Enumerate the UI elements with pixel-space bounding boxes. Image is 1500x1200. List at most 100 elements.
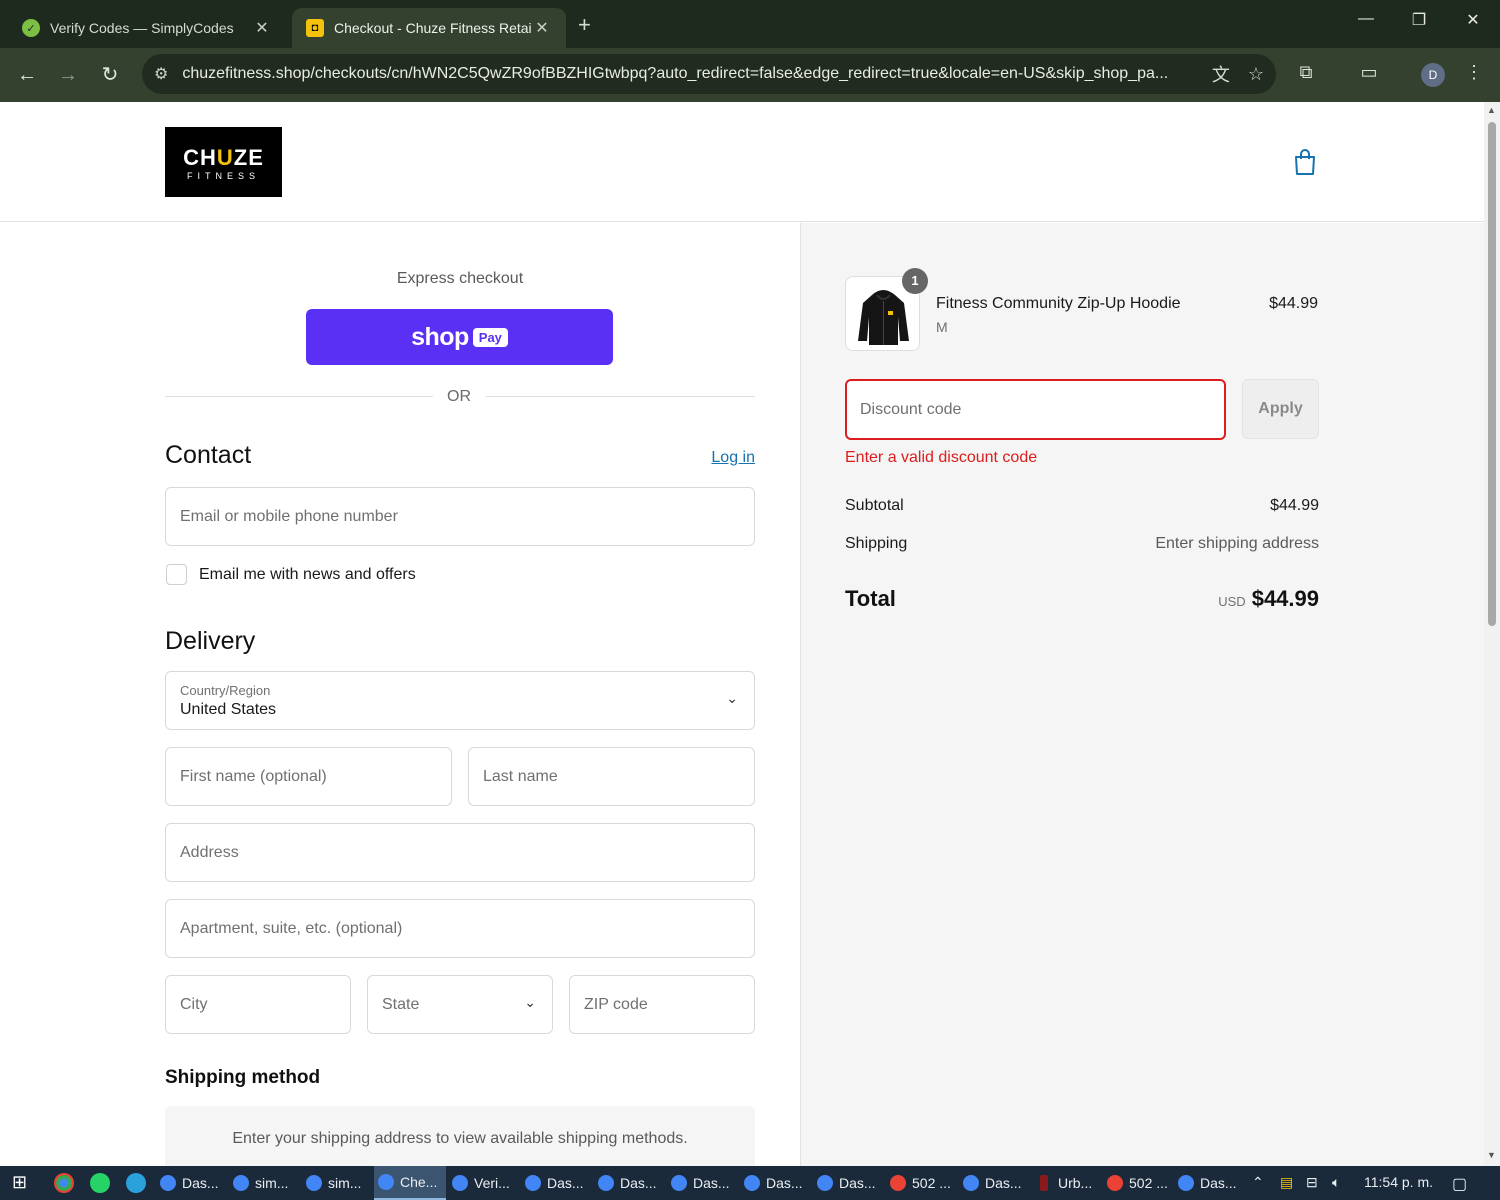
site-info-icon[interactable]: ⚙: [154, 64, 168, 84]
network-icon[interactable]: ⊟: [1306, 1174, 1318, 1191]
restore-button[interactable]: ❐: [1404, 10, 1434, 30]
shipping-method-info: Enter your shipping address to view avai…: [165, 1106, 755, 1166]
state-select[interactable]: State ⌄: [367, 975, 553, 1034]
clock[interactable]: 11:54 p. m.: [1364, 1174, 1433, 1190]
country-label: Country/Region: [180, 682, 271, 698]
shop-pay-button[interactable]: shop Pay: [306, 309, 613, 365]
reading-list-icon[interactable]: ▭: [1355, 62, 1383, 83]
city-field[interactable]: City: [165, 975, 351, 1034]
chrome-icon: [160, 1175, 176, 1191]
taskbar-item[interactable]: sim...: [233, 1166, 303, 1200]
whatsapp-icon[interactable]: [90, 1173, 110, 1193]
chrome-icon: [890, 1175, 906, 1191]
volume-icon[interactable]: 🔈︎: [1332, 1174, 1340, 1191]
last-name-field[interactable]: Last name: [468, 747, 755, 806]
bookmark-star-icon[interactable]: ☆: [1248, 64, 1264, 85]
close-window-button[interactable]: ✕: [1458, 10, 1488, 30]
notes-icon[interactable]: ▤: [1280, 1174, 1293, 1191]
tab-verify-codes[interactable]: ✓ Verify Codes — SimplyCodes ✕: [8, 8, 286, 48]
extensions-icon[interactable]: ⧉: [1292, 62, 1320, 83]
shipping-method-heading: Shipping method: [165, 1067, 321, 1088]
taskbar-item[interactable]: sim...: [306, 1166, 376, 1200]
subtotal-value: $44.99: [1270, 497, 1319, 514]
taskbar-item[interactable]: Veri...: [452, 1166, 522, 1200]
taskbar-item[interactable]: Das...: [598, 1166, 668, 1200]
browser-tab-strip: ✓ Verify Codes — SimplyCodes ✕ ◘ Checkou…: [0, 0, 1500, 48]
log-in-link[interactable]: Log in: [700, 449, 755, 467]
express-checkout-label: Express checkout: [396, 270, 524, 287]
logo-text: ZE: [233, 145, 264, 170]
logo-text-accent: U: [216, 145, 234, 170]
chrome-icon: [598, 1175, 614, 1191]
address-field[interactable]: Address: [165, 823, 755, 882]
forward-icon[interactable]: →: [55, 62, 81, 88]
taskbar-item[interactable]: Urb...: [1036, 1166, 1106, 1200]
zip-code-field[interactable]: ZIP code: [569, 975, 755, 1034]
address-bar[interactable]: ⚙ chuzefitness.shop/checkouts/cn/hWN2C5Q…: [142, 54, 1276, 94]
tab-checkout[interactable]: ◘ Checkout - Chuze Fitness Retail ✕: [292, 8, 566, 48]
chrome-icon: [452, 1175, 468, 1191]
taskbar-item[interactable]: Das...: [525, 1166, 595, 1200]
newsletter-label: Email me with news and offers: [199, 566, 416, 583]
profile-avatar[interactable]: D: [1421, 63, 1445, 87]
simplycodes-icon: ✓: [22, 19, 40, 37]
scroll-down-icon[interactable]: ▼: [1487, 1150, 1496, 1160]
apartment-field[interactable]: Apartment, suite, etc. (optional): [165, 899, 755, 958]
taskbar-item-active[interactable]: Che...: [374, 1166, 446, 1200]
taskbar-item[interactable]: Das...: [744, 1166, 814, 1200]
chrome-icon: [525, 1175, 541, 1191]
first-name-field[interactable]: First name (optional): [165, 747, 452, 806]
chrome-icon: [817, 1175, 833, 1191]
telegram-icon[interactable]: [126, 1173, 146, 1193]
quantity-badge: 1: [902, 268, 928, 294]
state-label: State: [382, 995, 420, 1013]
notifications-icon[interactable]: ▢: [1452, 1174, 1467, 1194]
country-value: United States: [180, 700, 277, 718]
windows-start-icon[interactable]: ⊞: [12, 1172, 27, 1193]
tray-expand-icon[interactable]: ⌃: [1252, 1174, 1264, 1191]
newsletter-checkbox[interactable]: [166, 564, 187, 585]
page-scrollbar[interactable]: ▲ ▼: [1484, 102, 1500, 1166]
logo-text: CH: [183, 145, 217, 170]
browser-toolbar: ← → ↻ ⚙ chuzefitness.shop/checkouts/cn/h…: [0, 48, 1500, 102]
menu-icon[interactable]: ⋮: [1460, 62, 1488, 83]
taskbar-item-label: Das...: [766, 1175, 803, 1191]
url-text[interactable]: chuzefitness.shop/checkouts/cn/hWN2C5QwZ…: [182, 65, 1194, 83]
logo-subtext: FITNESS: [186, 171, 260, 181]
email-field[interactable]: Email or mobile phone number: [165, 487, 755, 546]
taskbar-item-label: Che...: [400, 1174, 438, 1190]
chrome-icon: [1178, 1175, 1194, 1191]
chuze-fitness-logo[interactable]: CHUZE FITNESS: [165, 127, 282, 197]
taskbar-item[interactable]: Das...: [963, 1166, 1033, 1200]
taskbar-item[interactable]: 502 ...: [890, 1166, 960, 1200]
chuze-icon: ◘: [306, 19, 324, 37]
close-tab-icon[interactable]: ✕: [252, 18, 272, 38]
order-summary-panel: [800, 223, 1484, 1166]
discount-code-input[interactable]: Discount code: [845, 379, 1226, 440]
minimize-button[interactable]: —: [1351, 10, 1381, 28]
back-icon[interactable]: ←: [14, 62, 40, 88]
shop-pay-pay-badge: Pay: [472, 327, 508, 347]
shopping-bag-icon[interactable]: [1293, 148, 1317, 176]
taskbar-item[interactable]: 502 ...: [1107, 1166, 1177, 1200]
divider: [486, 396, 755, 397]
chrome-icon[interactable]: [54, 1173, 74, 1193]
taskbar-item[interactable]: Das...: [671, 1166, 741, 1200]
contact-heading: Contact: [165, 441, 252, 469]
close-tab-icon[interactable]: ✕: [532, 18, 552, 38]
scroll-up-icon[interactable]: ▲: [1487, 105, 1496, 115]
taskbar-item[interactable]: Das...: [1178, 1166, 1246, 1200]
reload-icon[interactable]: ↻: [97, 62, 123, 88]
or-separator: OR: [447, 388, 471, 405]
taskbar-item[interactable]: Das...: [817, 1166, 887, 1200]
product-variant: M: [936, 319, 948, 335]
scrollbar-thumb[interactable]: [1488, 122, 1496, 626]
checkout-header: CHUZE FITNESS: [0, 102, 1484, 222]
new-tab-button[interactable]: +: [578, 12, 591, 38]
taskbar-item-label: Das...: [1200, 1175, 1237, 1191]
country-select[interactable]: Country/Region United States ⌄: [165, 671, 755, 730]
apply-discount-button[interactable]: Apply: [1242, 379, 1319, 439]
windows-taskbar: ⊞ Das... sim... sim... Che... Veri... Da…: [0, 1166, 1500, 1200]
taskbar-item[interactable]: Das...: [160, 1166, 230, 1200]
translate-icon[interactable]: 文: [1212, 61, 1230, 87]
